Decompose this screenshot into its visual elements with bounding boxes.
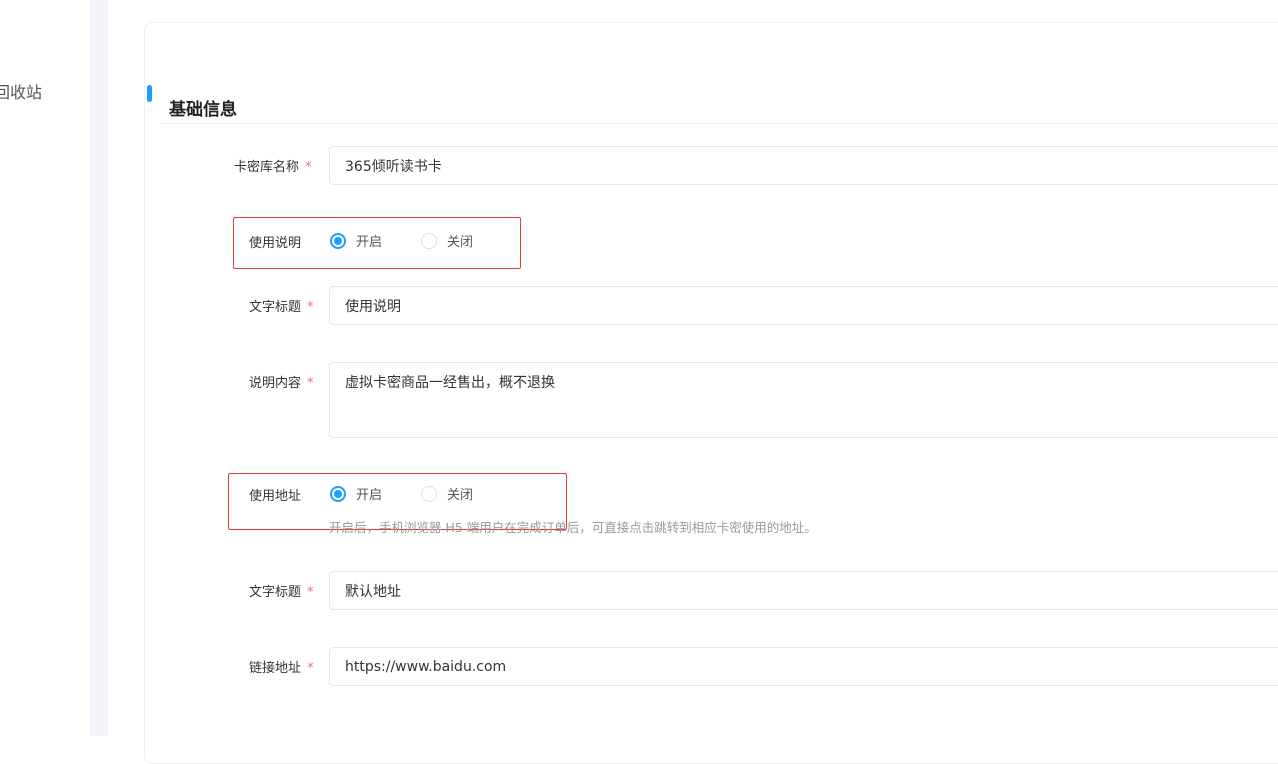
card-library-name-input[interactable]: 365倾听读书卡 bbox=[329, 146, 1278, 185]
instructions-content-textarea[interactable]: 虚拟卡密商品一经售出，概不退换 bbox=[329, 362, 1278, 438]
sidebar: 回收站 bbox=[0, 0, 90, 736]
card-library-name-label: 卡密库名称 * bbox=[234, 160, 312, 175]
instructions-title-label: 文字标题 * bbox=[249, 300, 314, 315]
section-accent-bar bbox=[147, 85, 152, 102]
link-address-input[interactable]: https://www.baidu.com bbox=[329, 647, 1278, 686]
sidebar-gutter bbox=[90, 0, 108, 736]
radio-unchecked-icon bbox=[421, 232, 437, 249]
instructions-title-input[interactable]: 使用说明 bbox=[329, 286, 1278, 325]
usage-instructions-label: 使用说明 bbox=[249, 236, 302, 251]
sidebar-item-recycle-bin[interactable]: 回收站 bbox=[0, 79, 42, 103]
usage-instructions-radio-on[interactable]: 开启 bbox=[330, 231, 382, 250]
usage-address-radio-off[interactable]: 关闭 bbox=[421, 484, 473, 503]
section-divider bbox=[160, 123, 1278, 124]
address-title-label: 文字标题 * bbox=[249, 585, 314, 600]
radio-checked-icon bbox=[330, 485, 346, 502]
radio-checked-icon bbox=[330, 232, 346, 249]
link-address-label: 链接地址 * bbox=[249, 661, 314, 676]
usage-address-radio-on[interactable]: 开启 bbox=[330, 484, 382, 503]
usage-instructions-radio-off[interactable]: 关闭 bbox=[421, 231, 473, 250]
instructions-content-label: 说明内容 * bbox=[249, 376, 314, 391]
address-title-input[interactable]: 默认地址 bbox=[329, 571, 1278, 610]
usage-address-label: 使用地址 bbox=[249, 489, 302, 504]
usage-address-hint: 开启后，手机浏览器 H5 端用户在完成订单后，可直接点击跳转到相应卡密使用的地址… bbox=[329, 520, 817, 535]
radio-unchecked-icon bbox=[421, 485, 437, 502]
section-title: 基础信息 bbox=[169, 100, 237, 120]
